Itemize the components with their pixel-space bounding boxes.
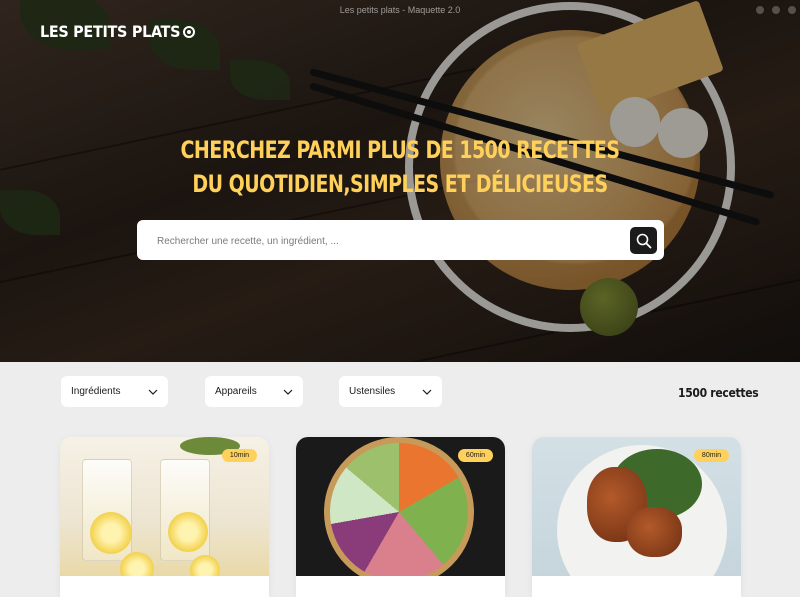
filter-ingredients-label: Ingrédients	[71, 386, 121, 397]
lemon-image	[120, 552, 154, 576]
recipe-card[interactable]: 60min	[296, 437, 505, 597]
time-badge: 80min	[693, 449, 729, 462]
headline-line-2: DU QUOTIDIEN,SIMPLES ET DÉLICIEUSES	[192, 170, 608, 198]
time-badge: 60min	[457, 449, 493, 462]
hero-banner: Les petits plats - Maquette 2.0 LES PETI…	[0, 0, 800, 362]
chevron-down-icon	[148, 389, 158, 395]
window-maximize-button[interactable]	[772, 6, 780, 14]
hero-headline: CHERCHEZ PARMI PLUS DE 1500 RECETTES DU …	[48, 133, 752, 201]
headline-line-1: CHERCHEZ PARMI PLUS DE 1500 RECETTES	[180, 136, 620, 164]
filter-appareils-dropdown[interactable]: Appareils	[205, 376, 303, 407]
window-minimize-button[interactable]	[756, 6, 764, 14]
search-icon	[636, 233, 651, 248]
chevron-down-icon	[422, 389, 432, 395]
site-logo[interactable]: LES PETITS PLATS	[40, 22, 196, 41]
search-button[interactable]	[630, 227, 657, 254]
recipe-card[interactable]: 80min	[532, 437, 741, 597]
lemon-image	[190, 555, 220, 576]
window-close-button[interactable]	[788, 6, 796, 14]
chicken-image	[627, 507, 682, 557]
window-title: Les petits plats - Maquette 2.0	[339, 5, 461, 15]
lemon-image	[168, 512, 208, 552]
time-badge: 10min	[221, 449, 257, 462]
filter-ustensiles-label: Ustensiles	[349, 386, 396, 397]
lemon-image	[90, 512, 132, 554]
recipe-card[interactable]: 10min	[60, 437, 269, 597]
search-bar	[137, 220, 664, 262]
search-input[interactable]	[137, 220, 639, 262]
filter-ingredients-dropdown[interactable]: Ingrédients	[61, 376, 168, 407]
circle-dot-icon	[183, 25, 196, 38]
poke-bowl-image	[324, 437, 474, 576]
chevron-down-icon	[283, 389, 293, 395]
filter-ustensiles-dropdown[interactable]: Ustensiles	[339, 376, 442, 407]
filter-appareils-label: Appareils	[215, 386, 257, 397]
logo-text: LES PETITS PLATS	[40, 22, 181, 41]
recipe-count: 1500 recettes	[678, 386, 759, 400]
